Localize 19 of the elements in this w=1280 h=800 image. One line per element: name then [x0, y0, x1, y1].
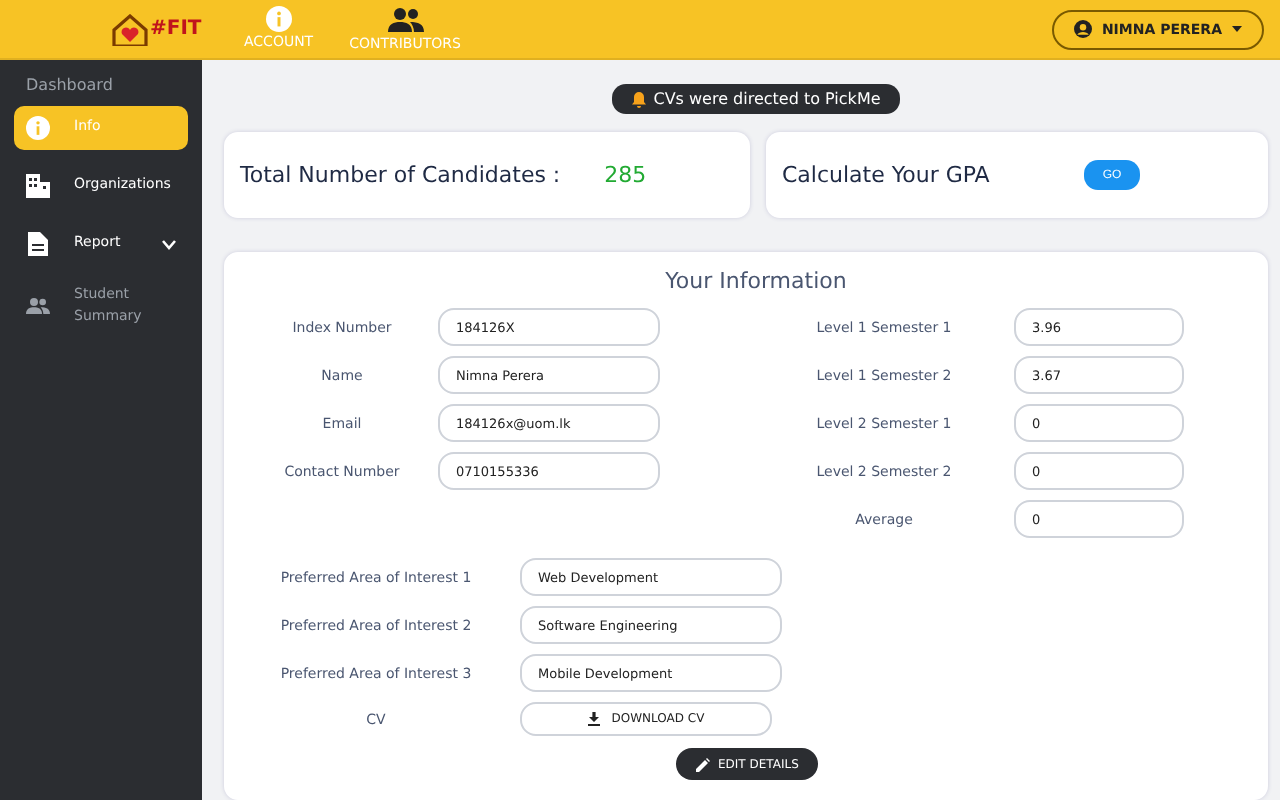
- document-icon: [28, 232, 48, 256]
- bell-icon: [631, 91, 646, 107]
- info-icon: [265, 6, 292, 32]
- stat-label: Total Number of Candidates :: [240, 162, 561, 188]
- info-icon: [26, 114, 50, 142]
- sidebar-heading: Dashboard: [24, 76, 115, 94]
- people-icon: [387, 6, 424, 34]
- caret-icon: [1232, 26, 1242, 32]
- logo-text: #FIT: [150, 18, 202, 40]
- house-heart-icon: [112, 13, 148, 45]
- chevron-icon: [162, 239, 176, 249]
- building-icon: [26, 174, 50, 198]
- section-title: Your Information: [665, 268, 847, 294]
- stat-value: 285: [604, 162, 647, 188]
- notification-text: CVs were directed to PickMe: [653, 90, 881, 108]
- download-icon: [587, 712, 600, 726]
- gpa-label: Calculate Your GPA: [782, 162, 990, 188]
- pencil-icon: [696, 757, 710, 771]
- user-icon: [1073, 20, 1092, 38]
